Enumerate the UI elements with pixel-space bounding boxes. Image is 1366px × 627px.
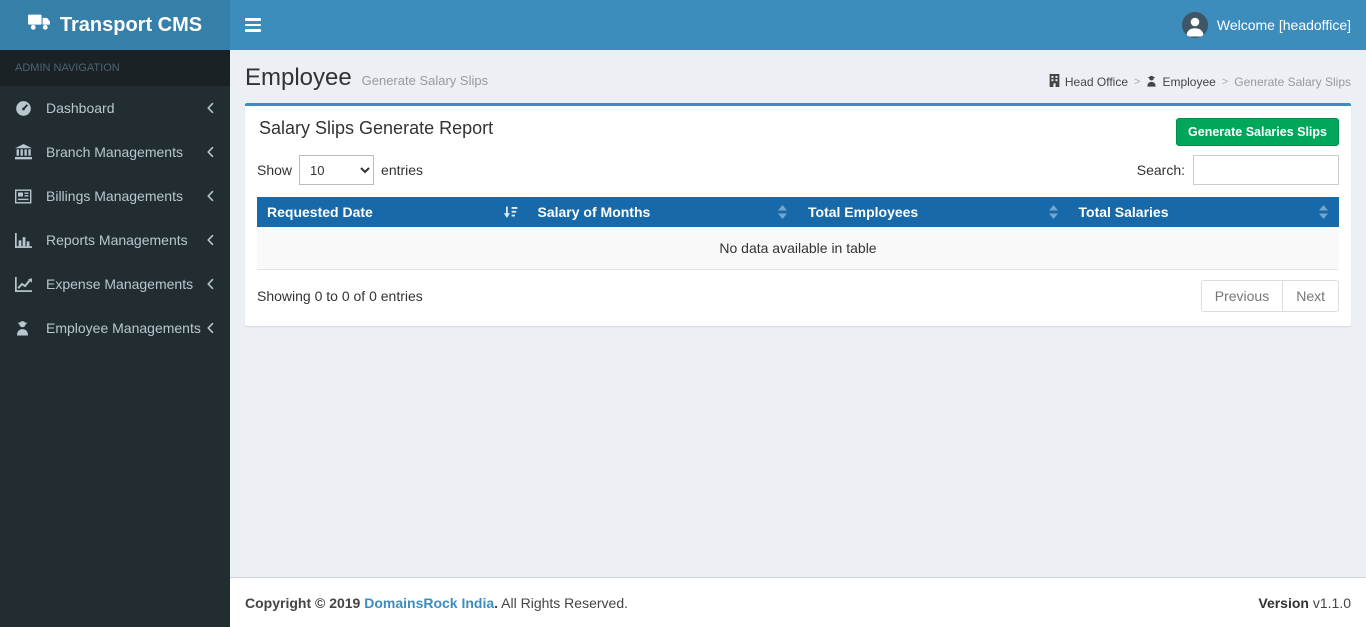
search-label: Search:	[1136, 162, 1185, 178]
breadcrumb-separator: >	[1221, 76, 1229, 88]
sidebar-item-label: Reports Managements	[46, 232, 188, 248]
content-body: Salary Slips Generate Report Generate Sa…	[230, 100, 1366, 326]
pagination: Previous Next	[1200, 280, 1339, 312]
next-page-button[interactable]: Next	[1282, 280, 1339, 312]
rights-text: All Rights Reserved.	[498, 594, 628, 611]
bar-chart-icon	[15, 232, 37, 248]
sidebar-item-label: Billings Managements	[46, 188, 183, 204]
empty-message: No data available in table	[257, 227, 1339, 270]
main-header: Transport CMS Welcome [headoffice]	[0, 0, 1366, 50]
company-link[interactable]: DomainsRock India	[364, 595, 494, 611]
breadcrumb-label: Employee	[1162, 75, 1216, 89]
page-length-control: Show 10 entries	[257, 155, 423, 185]
sort-both-icon	[777, 205, 788, 219]
column-label: Total Employees	[808, 204, 919, 220]
salary-slips-table: Requested Date Salary of Months Total Em…	[257, 197, 1339, 270]
table-empty-row: No data available in table	[257, 227, 1339, 270]
box-body: Show 10 entries Search: Requested Date S…	[245, 151, 1351, 326]
breadcrumb-current: Generate Salary Slips	[1234, 75, 1351, 89]
chevron-left-icon	[206, 102, 215, 114]
copyright-prefix: Copyright © 2019	[245, 594, 361, 611]
table-info: Showing 0 to 0 of 0 entries	[257, 288, 423, 304]
breadcrumb-label: Head Office	[1064, 75, 1129, 89]
breadcrumb-employee[interactable]: Employee	[1146, 75, 1216, 90]
sidebar-item-employee-managements[interactable]: Employee Managements	[0, 306, 230, 350]
line-chart-icon	[15, 276, 37, 292]
breadcrumb-head-office[interactable]: Head Office	[1049, 74, 1128, 90]
search-input[interactable]	[1193, 155, 1339, 185]
content-wrapper: Employee Generate Salary Slips Head Offi…	[230, 50, 1366, 577]
sort-amount-asc-icon	[503, 206, 518, 219]
box-header: Salary Slips Generate Report Generate Sa…	[245, 106, 1351, 151]
sidebar-item-label: Branch Managements	[46, 144, 183, 160]
chevron-left-icon	[206, 278, 215, 290]
sidebar-item-label: Expense Managements	[46, 276, 194, 292]
version-text: Version v1.1.0	[1258, 595, 1351, 611]
sidebar-item-expense-managements[interactable]: Expense Managements	[0, 262, 230, 306]
breadcrumb: Head Office > Employee > Generate Salary…	[1049, 74, 1351, 90]
sidebar-toggle-button[interactable]	[230, 0, 276, 50]
show-label: Show	[257, 162, 293, 178]
user-secret-icon	[15, 320, 37, 336]
column-label: Salary of Months	[537, 204, 651, 220]
user-menu[interactable]: Welcome [headoffice]	[1167, 0, 1366, 50]
datatable-footer: Showing 0 to 0 of 0 entries Previous Nex…	[257, 280, 1339, 312]
sidebar-item-dashboard[interactable]: Dashboard	[0, 86, 230, 130]
column-label: Requested Date	[267, 204, 373, 220]
top-navbar: Welcome [headoffice]	[230, 0, 1366, 50]
user-secret-icon	[1146, 75, 1157, 90]
page-length-select[interactable]: 10	[299, 155, 375, 185]
entries-label: entries	[381, 162, 424, 178]
box-title: Salary Slips Generate Report	[259, 118, 494, 138]
datatable-controls: Show 10 entries Search:	[257, 155, 1339, 185]
sidebar-item-reports-managements[interactable]: Reports Managements	[0, 218, 230, 262]
newspaper-icon	[15, 188, 37, 204]
truck-icon	[27, 13, 51, 37]
user-avatar	[1181, 12, 1208, 38]
sidebar-item-billings-managements[interactable]: Billings Managements	[0, 174, 230, 218]
welcome-text: Welcome [headoffice]	[1216, 17, 1351, 33]
copyright-text: Copyright © 2019 DomainsRock India. All …	[245, 595, 628, 611]
hamburger-icon	[245, 18, 261, 32]
previous-page-button[interactable]: Previous	[1200, 280, 1284, 312]
column-header-salary-of-months[interactable]: Salary of Months	[527, 197, 798, 227]
brand-title: Transport CMS	[59, 13, 203, 36]
search-control: Search:	[1137, 155, 1339, 185]
chevron-left-icon	[206, 322, 215, 334]
sidebar-item-branch-managements[interactable]: Branch Managements	[0, 130, 230, 174]
dashboard-icon	[15, 100, 37, 117]
page-subtitle: Generate Salary Slips	[361, 73, 489, 88]
report-box: Salary Slips Generate Report Generate Sa…	[245, 103, 1351, 326]
main-footer: Copyright © 2019 DomainsRock India. All …	[230, 577, 1366, 627]
sidebar-item-label: Dashboard	[46, 100, 115, 116]
sidebar-section-label: ADMIN NAVIGATION	[0, 50, 230, 86]
building-icon	[1049, 74, 1060, 90]
column-header-total-employees[interactable]: Total Employees	[798, 197, 1069, 227]
page-title: Employee	[245, 64, 352, 91]
sort-both-icon	[1048, 205, 1059, 219]
content-header: Employee Generate Salary Slips Head Offi…	[230, 50, 1366, 100]
column-label: Total Salaries	[1078, 204, 1169, 220]
brand-logo[interactable]: Transport CMS	[0, 0, 230, 50]
version-label: Version	[1258, 594, 1309, 611]
chevron-left-icon	[206, 146, 215, 158]
table-header-row: Requested Date Salary of Months Total Em…	[257, 197, 1339, 227]
column-header-total-salaries[interactable]: Total Salaries	[1068, 197, 1339, 227]
bank-icon	[15, 144, 37, 160]
generate-salary-slips-button[interactable]: Generate Salaries Slips	[1176, 118, 1339, 146]
version-value: v1.1.0	[1308, 594, 1351, 611]
sidebar-item-label: Employee Managements	[46, 320, 201, 336]
breadcrumb-separator: >	[1134, 76, 1141, 88]
chevron-left-icon	[206, 234, 215, 246]
sidebar: ADMIN NAVIGATION Dashboard Branch Manage…	[0, 50, 230, 627]
column-header-requested-date[interactable]: Requested Date	[257, 197, 528, 227]
sort-both-icon	[1318, 205, 1329, 219]
chevron-left-icon	[206, 190, 215, 202]
